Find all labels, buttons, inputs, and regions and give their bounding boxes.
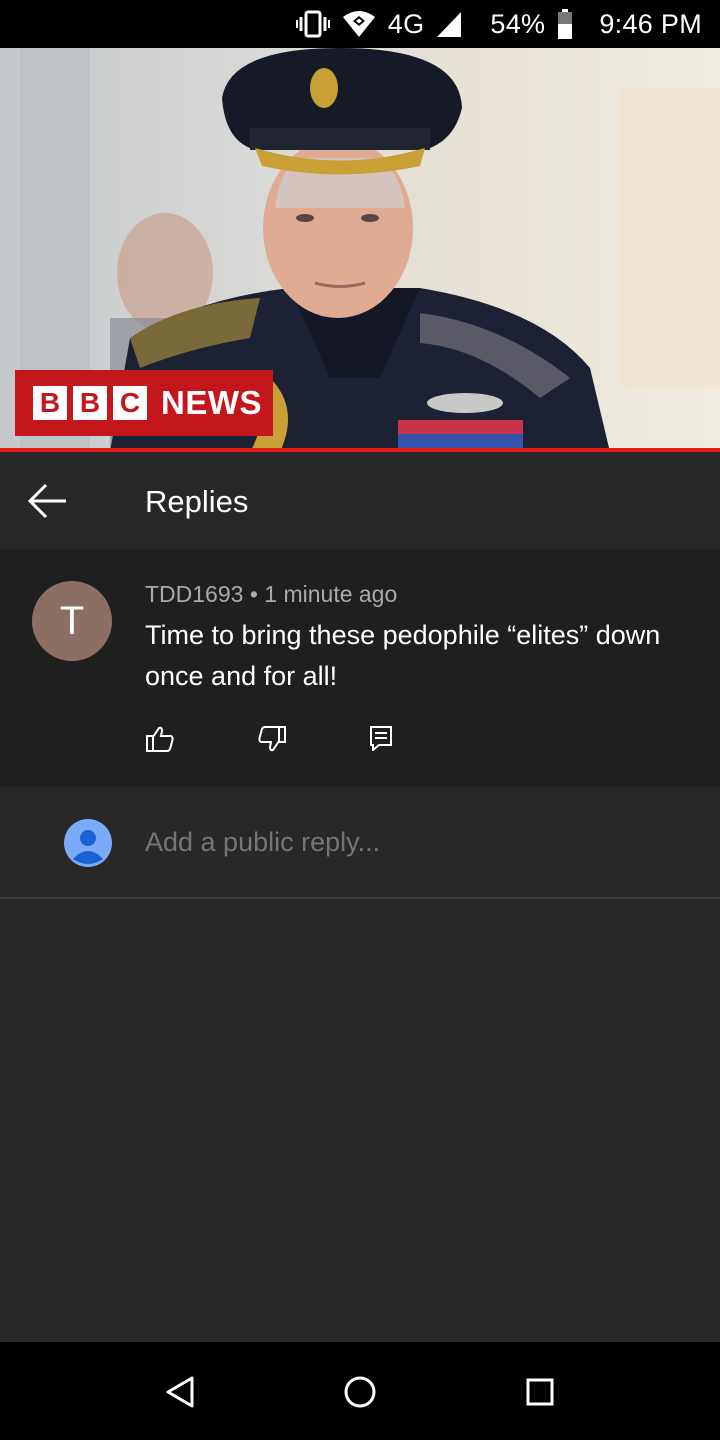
comment-actions — [145, 725, 481, 755]
reply-input[interactable] — [145, 827, 685, 858]
recents-nav-icon — [526, 1378, 554, 1406]
status-bar: 4G 54% 9:46 PM — [0, 0, 720, 48]
comment-text: Time to bring these pedophile “elites” d… — [145, 620, 661, 691]
home-nav-icon — [344, 1376, 376, 1408]
battery-percent: 54% — [490, 8, 546, 39]
network-type: 4G — [387, 8, 425, 39]
like-button[interactable] — [145, 725, 257, 755]
user-avatar-icon — [64, 819, 112, 867]
replies-title: Replies — [145, 484, 249, 519]
navigation-bar — [0, 1342, 720, 1440]
empty-area — [0, 901, 720, 1342]
replies-header: Replies — [0, 452, 720, 969]
comment-time: 1 minute ago — [264, 581, 398, 607]
battery-icon — [558, 9, 573, 39]
user-avatar — [64, 819, 112, 867]
comment-author[interactable]: TDD1693 — [145, 581, 243, 607]
back-button[interactable] — [22, 478, 74, 524]
avatar[interactable]: T — [32, 581, 112, 661]
reply-bar — [0, 787, 720, 899]
video-player[interactable]: B B C NEWS — [0, 48, 720, 452]
meta-separator: • — [249, 581, 258, 607]
clock: 9:46 PM — [599, 8, 702, 39]
comment-meta: TDD1693 • 1 minute ago — [145, 581, 397, 608]
nav-recents-button[interactable] — [520, 1372, 560, 1412]
reply-icon — [370, 726, 392, 751]
signal-icon — [437, 12, 462, 37]
back-arrow-icon — [27, 483, 66, 519]
comment: T TDD1693 • 1 minute ago Time to bring t… — [0, 549, 720, 787]
bbc-letter-c: C — [113, 386, 147, 420]
nav-back-button[interactable] — [160, 1372, 200, 1412]
bbc-letter-b2: B — [73, 386, 107, 420]
wifi-icon — [342, 11, 375, 37]
bbc-news-word: NEWS — [161, 384, 262, 421]
vibrate-icon — [295, 10, 330, 38]
dislike-icon — [258, 726, 286, 752]
like-icon — [146, 726, 174, 752]
bbc-news-logo: B B C NEWS — [15, 370, 273, 436]
reply-button[interactable] — [369, 725, 481, 755]
back-nav-icon — [166, 1376, 194, 1408]
nav-home-button[interactable] — [340, 1372, 380, 1412]
bbc-letter-b1: B — [33, 386, 67, 420]
dislike-button[interactable] — [257, 725, 369, 755]
